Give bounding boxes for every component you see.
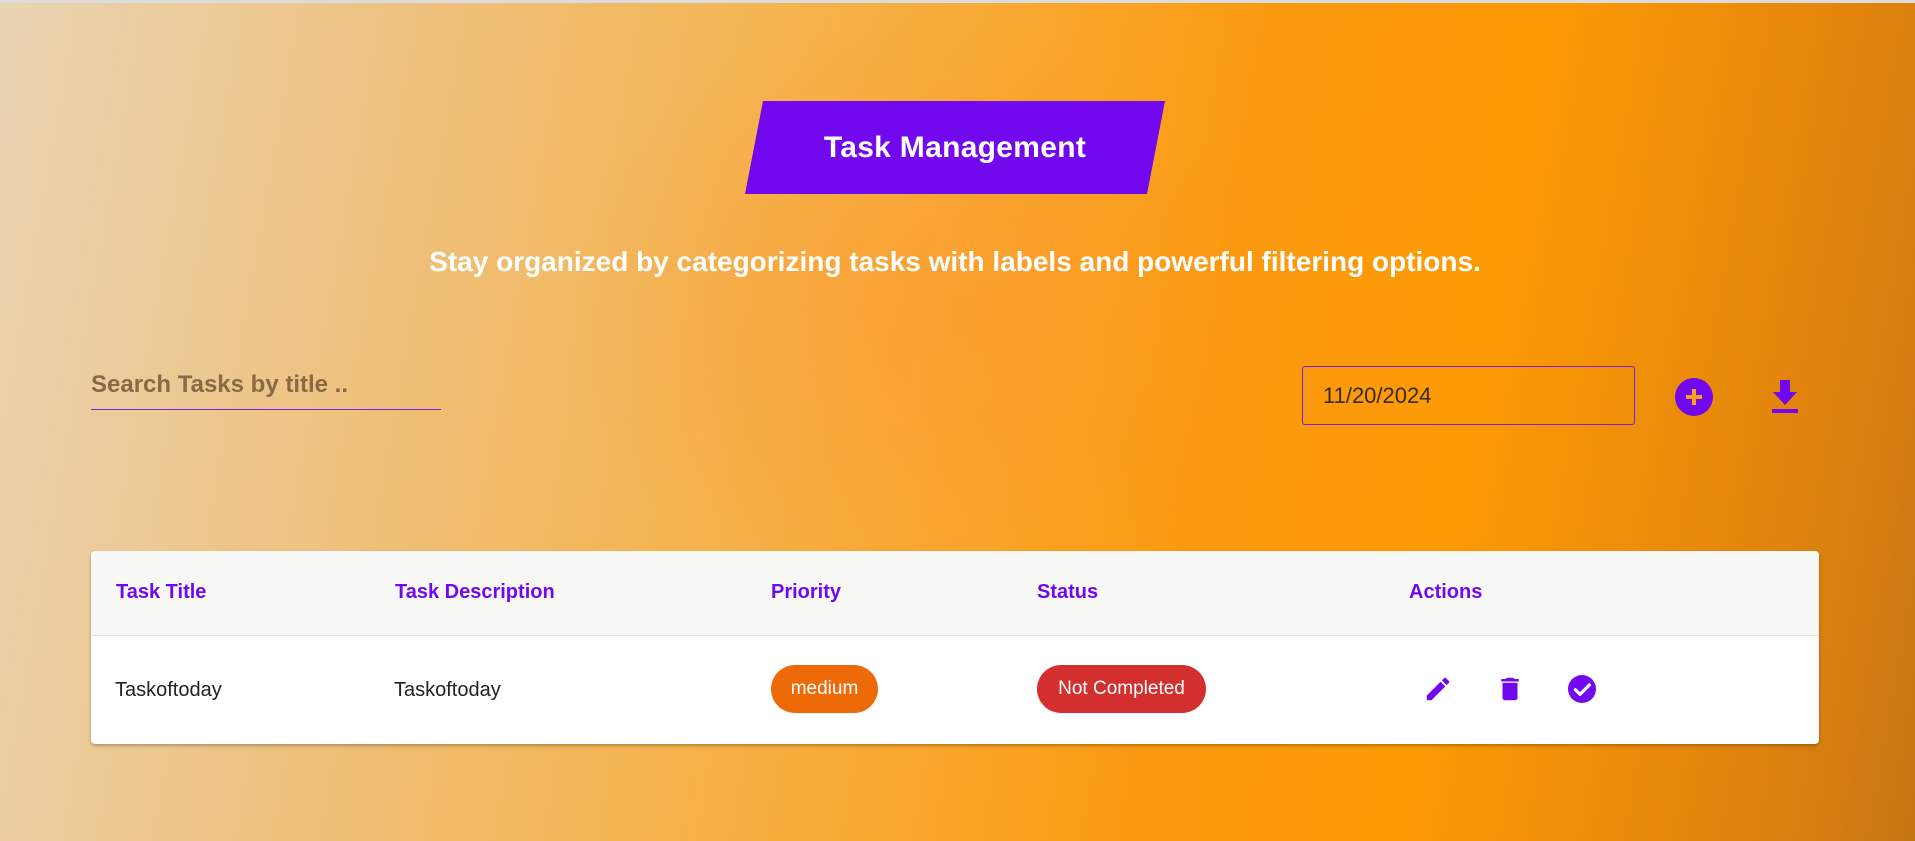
add-task-button[interactable] (1675, 378, 1713, 416)
table-header: Task Title Task Description Priority Sta… (91, 551, 1819, 636)
status-label: Not Completed (1058, 678, 1185, 699)
page-subtitle: Stay organized by categorizing tasks wit… (429, 246, 1481, 277)
task-title-cell: Taskoftoday (115, 679, 222, 701)
column-header-description: Task Description (395, 581, 555, 603)
column-header-title: Task Title (116, 581, 207, 603)
status-badge: Not Completed (1037, 665, 1206, 713)
page-title: Task Management (823, 130, 1087, 164)
download-button[interactable] (1769, 378, 1801, 414)
search-field (91, 365, 441, 410)
tasks-table: Task Title Task Description Priority Sta… (91, 551, 1819, 744)
date-value: 11/20/2024 (1323, 382, 1432, 408)
top-border (0, 0, 1915, 3)
complete-task-button[interactable] (1565, 672, 1599, 706)
delete-task-button[interactable] (1493, 672, 1527, 706)
delete-icon (1501, 677, 1519, 701)
column-header-actions: Actions (1409, 581, 1483, 603)
priority-label: medium (790, 678, 859, 699)
date-filter-input[interactable]: 11/20/2024 (1302, 366, 1635, 425)
column-header-priority: Priority (771, 581, 842, 603)
check-circle-icon (1568, 675, 1596, 703)
table-row: Taskoftoday Taskoftoday medium Not Compl… (91, 636, 1819, 744)
page-title-banner: Task Management (745, 101, 1165, 194)
edit-icon (1426, 677, 1450, 701)
column-header-status: Status (1037, 581, 1099, 603)
task-description-cell: Taskoftoday (394, 679, 501, 701)
download-icon (1772, 380, 1798, 413)
plus-icon (1686, 389, 1702, 405)
search-input[interactable] (91, 365, 441, 405)
priority-badge: medium (771, 665, 878, 713)
edit-task-button[interactable] (1421, 672, 1455, 706)
